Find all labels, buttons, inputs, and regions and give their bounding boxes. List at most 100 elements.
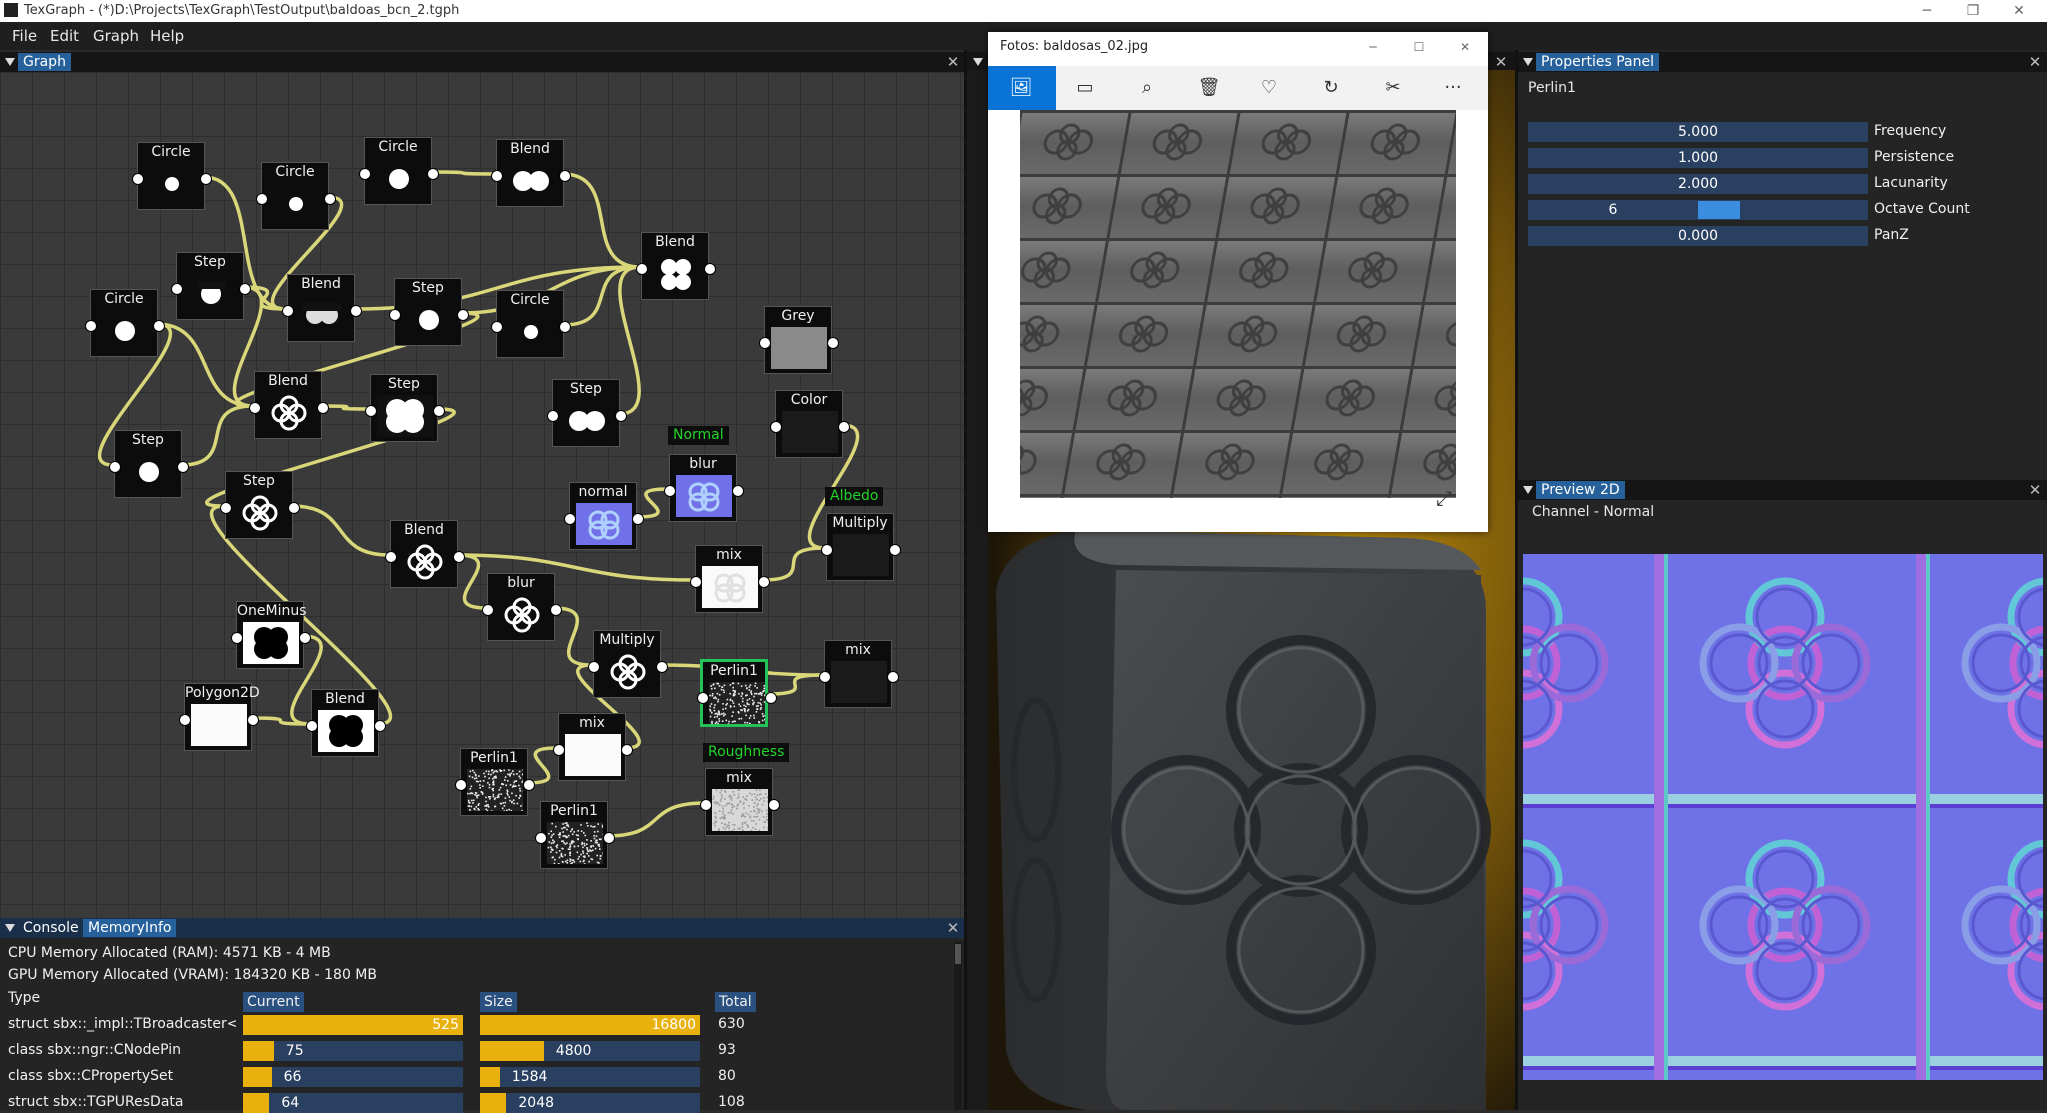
node-blend[interactable]: Blend <box>311 689 379 757</box>
output-pin[interactable] <box>153 320 165 332</box>
tab-preview-2d[interactable]: Preview 2D <box>1536 481 1625 499</box>
node-multiply[interactable]: Multiply <box>826 513 894 581</box>
node-circle[interactable]: Circle <box>364 137 432 205</box>
favorite-icon[interactable]: ♡ <box>1256 76 1282 100</box>
input-pin[interactable] <box>491 321 503 333</box>
property-value-persistence[interactable]: 1.000 <box>1528 148 1868 168</box>
header-total[interactable]: Total <box>715 992 756 1012</box>
output-pin[interactable] <box>299 632 311 644</box>
node-perlin1[interactable]: Perlin1 <box>460 748 528 816</box>
node-step[interactable]: Step <box>176 252 244 320</box>
output-pin[interactable] <box>632 513 644 525</box>
console-scrollbar[interactable] <box>954 942 962 1110</box>
output-pin[interactable] <box>615 410 627 422</box>
input-pin[interactable] <box>547 410 559 422</box>
menu-edit[interactable]: Edit <box>50 27 79 45</box>
input-pin[interactable] <box>256 193 268 205</box>
zoom-icon[interactable]: ⌕ <box>1134 76 1160 100</box>
tab-graph[interactable]: Graph <box>18 53 71 71</box>
output-pin[interactable] <box>732 485 744 497</box>
output-pin[interactable] <box>247 714 259 726</box>
output-pin[interactable] <box>200 173 212 185</box>
slider-grab[interactable] <box>1698 201 1740 219</box>
input-pin[interactable] <box>482 604 494 616</box>
output-pin[interactable] <box>177 461 189 473</box>
output-pin[interactable] <box>523 779 535 791</box>
node-graph-canvas[interactable]: CircleCircleCircleBlendStepBlendStepCirc… <box>0 72 966 918</box>
output-pin[interactable] <box>374 720 386 732</box>
input-pin[interactable] <box>132 173 144 185</box>
node-circle[interactable]: Circle <box>90 289 158 357</box>
photos-minimize-button[interactable]: ─ <box>1350 36 1396 58</box>
output-pin[interactable] <box>768 799 780 811</box>
node-step[interactable]: Step <box>114 430 182 498</box>
output-pin[interactable] <box>838 421 850 433</box>
input-pin[interactable] <box>759 337 771 349</box>
node-mix[interactable]: mix <box>695 545 763 613</box>
node-mix[interactable]: mix <box>705 768 773 836</box>
output-pin[interactable] <box>603 832 615 844</box>
input-pin[interactable] <box>770 421 782 433</box>
output-pin[interactable] <box>433 405 445 417</box>
output-pin[interactable] <box>827 337 839 349</box>
output-pin[interactable] <box>453 551 465 563</box>
input-pin[interactable] <box>365 405 377 417</box>
photos-close-button[interactable]: ✕ <box>1442 36 1488 58</box>
node-normal[interactable]: normal <box>569 482 637 550</box>
output-pin[interactable] <box>239 283 251 295</box>
output-pin[interactable] <box>758 576 770 588</box>
output-pin[interactable] <box>559 170 571 182</box>
input-pin[interactable] <box>306 720 318 732</box>
output-pin[interactable] <box>656 661 668 673</box>
property-value-lacunarity[interactable]: 2.000 <box>1528 174 1868 194</box>
slideshow-icon[interactable]: ▭ <box>1072 76 1098 100</box>
node-blur[interactable]: blur <box>669 454 737 522</box>
node-color[interactable]: Color <box>775 390 843 458</box>
collapse-icon[interactable] <box>5 58 15 66</box>
output-pin[interactable] <box>704 263 716 275</box>
graph-close-icon[interactable]: ✕ <box>945 52 961 72</box>
photos-maximize-button[interactable]: ☐ <box>1396 36 1442 58</box>
header-size[interactable]: Size <box>480 992 517 1012</box>
rotate-icon[interactable]: ↻ <box>1318 76 1344 100</box>
node-oneminus[interactable]: OneMinus <box>236 601 304 669</box>
output-pin[interactable] <box>317 402 329 414</box>
input-pin[interactable] <box>697 692 709 704</box>
minimize-button[interactable]: ─ <box>1904 0 1950 22</box>
input-pin[interactable] <box>171 283 183 295</box>
input-pin[interactable] <box>282 305 294 317</box>
close-button[interactable]: ✕ <box>1996 0 2042 22</box>
node-step[interactable]: Step <box>394 278 462 346</box>
node-perlin1[interactable]: Perlin1 <box>540 801 608 869</box>
menu-graph[interactable]: Graph <box>93 27 139 45</box>
tab-console[interactable]: Console <box>18 919 84 937</box>
console-close-icon[interactable]: ✕ <box>945 918 961 938</box>
restore-button[interactable]: ❐ <box>1950 0 1996 22</box>
output-pin[interactable] <box>550 604 562 616</box>
output-pin[interactable] <box>427 168 439 180</box>
input-pin[interactable] <box>85 320 97 332</box>
input-pin[interactable] <box>700 799 712 811</box>
node-grey[interactable]: Grey <box>764 306 832 374</box>
node-step[interactable]: Step <box>225 471 293 539</box>
input-pin[interactable] <box>690 576 702 588</box>
viewport-close-icon[interactable]: ✕ <box>1493 52 1509 72</box>
node-blend[interactable]: Blend <box>641 232 709 300</box>
delete-icon[interactable]: 🗑 <box>1196 76 1222 100</box>
node-multiply[interactable]: Multiply <box>593 630 661 698</box>
node-blend[interactable]: Blend <box>287 274 355 342</box>
output-pin[interactable] <box>288 502 300 514</box>
input-pin[interactable] <box>179 714 191 726</box>
node-blur[interactable]: blur <box>487 573 555 641</box>
input-pin[interactable] <box>220 502 232 514</box>
properties-close-icon[interactable]: ✕ <box>2027 52 2043 72</box>
input-pin[interactable] <box>636 263 648 275</box>
menu-help[interactable]: Help <box>150 27 184 45</box>
input-pin[interactable] <box>231 632 243 644</box>
more-icon[interactable]: ··· <box>1440 76 1466 100</box>
node-blend[interactable]: Blend <box>390 520 458 588</box>
input-pin[interactable] <box>359 168 371 180</box>
input-pin[interactable] <box>491 170 503 182</box>
input-pin[interactable] <box>389 309 401 321</box>
output-pin[interactable] <box>621 744 633 756</box>
